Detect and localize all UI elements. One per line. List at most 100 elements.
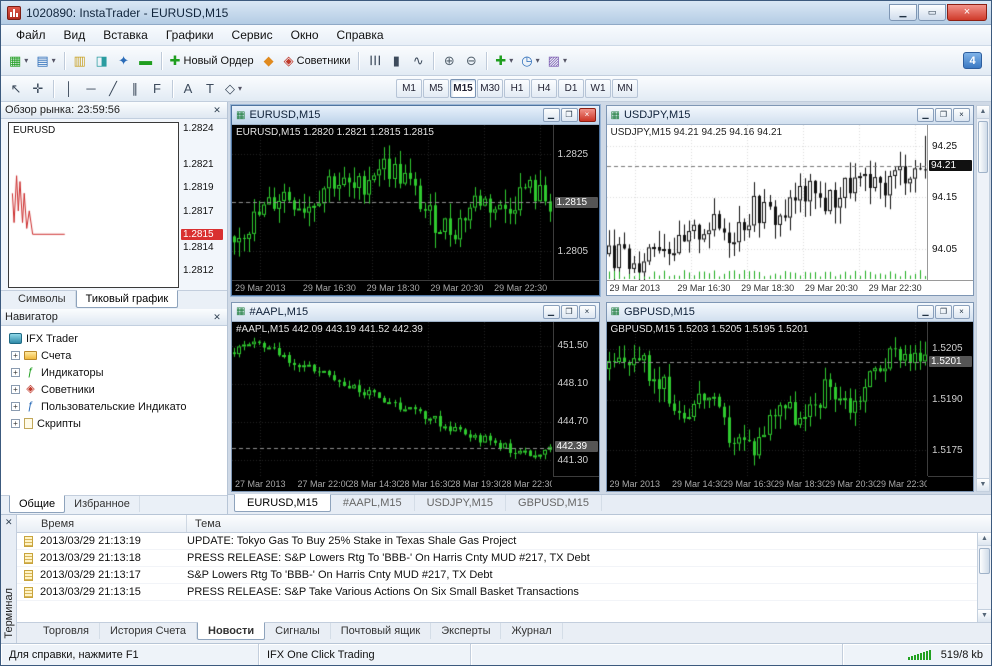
new-chart-button[interactable]: ▦ ▾ (5, 50, 32, 72)
navigator-header[interactable]: Навигатор ✕ (1, 309, 227, 326)
chart-minimize-button[interactable]: ▁ (542, 304, 560, 319)
scrollbar-thumb[interactable] (979, 548, 990, 574)
terminal-close-icon[interactable]: ✕ (5, 517, 13, 528)
menu-tools[interactable]: Сервис (223, 26, 282, 44)
navigator-button[interactable]: ✦ (113, 50, 135, 72)
market-watch-header[interactable]: Обзор рынка: 23:59:56 ✕ (1, 102, 227, 119)
tree-item-indicators[interactable]: + ƒ Индикаторы (1, 364, 227, 381)
column-time[interactable]: Время (17, 515, 187, 532)
tab-favorites[interactable]: Избранное (65, 496, 140, 512)
tree-item-custom-indicators[interactable]: + ƒ Пользовательские Индикато (1, 398, 227, 415)
tree-item-accounts[interactable]: + Счета (1, 347, 227, 364)
chart-tab-gbpusd[interactable]: GBPUSD,M15 (506, 495, 602, 511)
chart-minimize-button[interactable]: ▁ (917, 108, 934, 122)
timeframe-m15[interactable]: M15 (450, 79, 477, 98)
terminal-scrollbar[interactable]: ▲ ▼ (977, 533, 991, 622)
scroll-down-icon[interactable]: ▼ (977, 478, 989, 491)
timeframe-d1[interactable]: D1 (558, 79, 585, 98)
fibonacci-button[interactable]: F (146, 78, 168, 100)
chart-plot[interactable]: #AAPL,M15 442.09 443.19 441.52 442.39 (232, 321, 553, 477)
navigator-close-icon[interactable]: ✕ (211, 312, 223, 323)
news-row[interactable]: 2013/03/29 21:13:19 UPDATE: Tokyo Gas To… (17, 533, 977, 550)
title-bar[interactable]: 1020890: InstaTrader - EURUSD,M15 ▁ ▭ × (1, 1, 991, 25)
market-watch-close-icon[interactable]: ✕ (211, 105, 223, 116)
tab-common[interactable]: Общие (9, 495, 66, 513)
timeframe-m30[interactable]: M30 (477, 79, 504, 98)
chart-title-bar[interactable]: ▦ EURUSD,M15 ▁ ❐ × (232, 106, 599, 125)
bar-chart-button[interactable]: ☰ (363, 50, 385, 72)
indicators-button[interactable]: ✚ ▾ (491, 50, 517, 72)
trendline-button[interactable]: ╱ (102, 78, 124, 100)
periods-button[interactable]: ◷ ▾ (517, 50, 543, 72)
close-button[interactable]: × (947, 4, 987, 21)
news-row[interactable]: 2013/03/29 21:13:17 S&P Lowers Rtg To 'B… (17, 567, 977, 584)
expand-icon[interactable]: + (11, 351, 20, 360)
expand-icon[interactable]: + (11, 385, 20, 394)
data-window-button[interactable]: ◨ (91, 50, 113, 72)
expand-icon[interactable]: + (11, 419, 20, 428)
tick-chart-plot[interactable]: EURUSD (8, 122, 179, 288)
new-order-button[interactable]: ✚ Новый Ордер (166, 50, 258, 72)
chart-minimize-button[interactable]: ▁ (542, 108, 560, 122)
timeframe-m1[interactable]: M1 (396, 79, 423, 98)
templates-button[interactable]: ▨ ▾ (544, 50, 571, 72)
tab-tick-chart[interactable]: Тиковый график (75, 290, 179, 308)
chart-window-gbpusd[interactable]: ▦ GBPUSD,M15 ▁ ❐ × GBPUSD,M15 1.5203 1.5… (605, 301, 974, 492)
notification-badge[interactable]: 4 (963, 52, 982, 69)
market-watch-button[interactable]: ▥ (69, 50, 91, 72)
minimize-button[interactable]: ▁ (889, 4, 917, 21)
workspace-scrollbar[interactable]: ▲ ▼ (976, 105, 990, 492)
candle-chart-button[interactable]: ▮ (385, 50, 407, 72)
tab-mailbox[interactable]: Почтовый ящик (331, 623, 432, 639)
chart-tab-aapl[interactable]: #AAPL,M15 (331, 495, 415, 511)
scroll-up-icon[interactable]: ▲ (978, 533, 991, 546)
chart-close-button[interactable]: × (953, 304, 970, 319)
zoom-out-button[interactable]: ⊖ (460, 50, 482, 72)
timeframe-h4[interactable]: H4 (531, 79, 558, 98)
horizontal-line-button[interactable]: ─ (80, 78, 102, 100)
tree-item-scripts[interactable]: + Скрипты (1, 415, 227, 432)
chart-title-bar[interactable]: ▦ USDJPY,M15 ▁ ❐ × (606, 106, 973, 125)
chart-window-aapl[interactable]: ▦ #AAPL,M15 ▁ ❐ × #AAPL,M15 442.09 443.1… (231, 301, 600, 492)
chart-plot[interactable]: EURUSD,M15 1.2820 1.2821 1.2815 1.2815 (232, 125, 553, 280)
menu-charts[interactable]: Графики (157, 26, 223, 44)
tab-trade[interactable]: Торговля (33, 623, 100, 639)
news-row[interactable]: 2013/03/29 21:13:18 PRESS RELEASE: S&P L… (17, 550, 977, 567)
zoom-in-button[interactable]: ⊕ (438, 50, 460, 72)
chart-plot[interactable]: GBPUSD,M15 1.5203 1.5205 1.5195 1.5201 (606, 321, 928, 477)
menu-insert[interactable]: Вставка (94, 26, 157, 44)
menu-view[interactable]: Вид (55, 26, 95, 44)
chart-close-button[interactable]: × (578, 108, 596, 122)
timeframe-w1[interactable]: W1 (585, 79, 612, 98)
metaeditor-button[interactable]: ◆ (258, 50, 280, 72)
chart-plot[interactable]: USDJPY,M15 94.21 94.25 94.16 94.21 (606, 125, 928, 280)
chart-title-bar[interactable]: ▦ #AAPL,M15 ▁ ❐ × (232, 302, 599, 322)
chart-restore-button[interactable]: ❐ (560, 304, 578, 319)
news-row[interactable]: 2013/03/29 21:13:15 PRESS RELEASE: S&P T… (17, 584, 977, 601)
text-label-button[interactable]: T (199, 78, 221, 100)
chart-tab-usdjpy[interactable]: USDJPY,M15 (415, 495, 507, 511)
timeframe-m5[interactable]: M5 (423, 79, 450, 98)
tree-item-advisors[interactable]: + ◈ Советники (1, 381, 227, 398)
scroll-up-icon[interactable]: ▲ (977, 106, 989, 119)
expand-icon[interactable]: + (11, 368, 20, 377)
menu-help[interactable]: Справка (328, 26, 393, 44)
line-chart-button[interactable]: ∿ (407, 50, 429, 72)
advisors-button[interactable]: ◈ Советники (280, 50, 355, 72)
tree-item-account[interactable]: IFX Trader (1, 330, 227, 347)
tab-experts[interactable]: Эксперты (431, 623, 502, 639)
scroll-down-icon[interactable]: ▼ (978, 609, 991, 622)
column-topic[interactable]: Тема (187, 518, 991, 530)
menu-file[interactable]: Файл (7, 26, 55, 44)
expand-icon[interactable]: + (11, 402, 20, 411)
channel-button[interactable]: ∥ (124, 78, 146, 100)
chart-close-button[interactable]: × (578, 304, 596, 319)
maximize-button[interactable]: ▭ (918, 4, 946, 21)
chart-tab-eurusd[interactable]: EURUSD,M15 (234, 494, 331, 512)
tab-symbols[interactable]: Символы (9, 291, 76, 307)
chart-restore-button[interactable]: ❐ (560, 108, 578, 122)
tab-journal[interactable]: Журнал (501, 623, 563, 639)
cursor-button[interactable]: ↖ (5, 78, 27, 100)
chart-close-button[interactable]: × (953, 108, 970, 122)
timeframe-h1[interactable]: H1 (504, 79, 531, 98)
